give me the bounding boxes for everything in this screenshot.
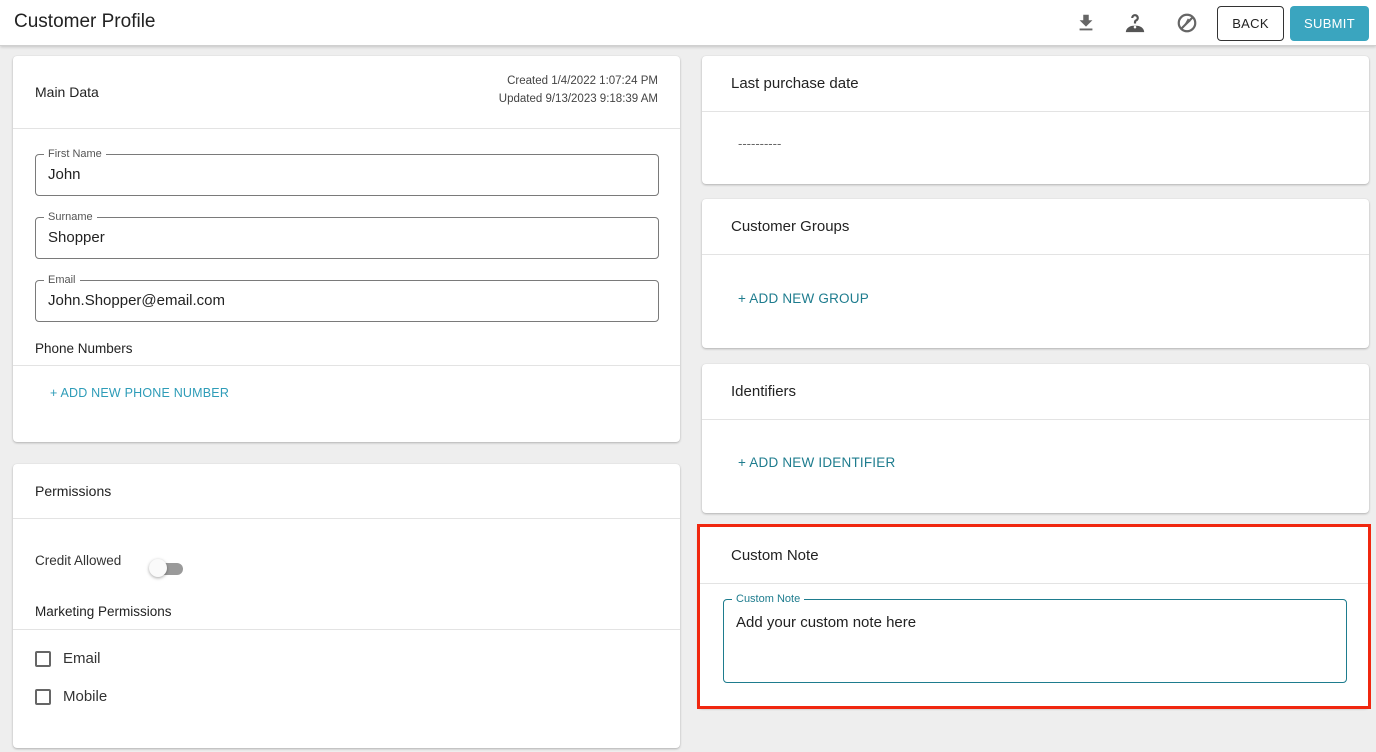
customer-groups-card: Customer Groups + ADD NEW GROUP: [702, 199, 1369, 348]
divider: [702, 419, 1369, 420]
custom-note-title: Custom Note: [731, 547, 819, 564]
main-data-title: Main Data: [35, 84, 99, 100]
mobile-checkbox-label: Mobile: [63, 688, 108, 705]
email-checkbox-label: Email: [63, 650, 101, 667]
customer-groups-title: Customer Groups: [731, 218, 850, 235]
marketing-permissions-title: Marketing Permissions: [35, 604, 172, 619]
updated-timestamp: Updated 9/13/2023 9:18:39 AM: [498, 93, 658, 105]
custom-note-field[interactable]: Custom Note Add your custom note here: [723, 592, 1347, 683]
back-button[interactable]: BACK: [1217, 6, 1284, 41]
add-new-group-button[interactable]: + ADD NEW GROUP: [738, 291, 869, 306]
divider: [702, 254, 1369, 255]
custom-note-card: Custom Note Custom Note Add your custom …: [698, 525, 1369, 708]
surname-input[interactable]: [48, 229, 648, 246]
divider: [13, 629, 680, 630]
toggle-thumb: [149, 559, 167, 577]
identifiers-title: Identifiers: [731, 383, 797, 400]
last-purchase-card: Last purchase date ----------: [702, 56, 1369, 184]
custom-note-label: Custom Note: [732, 592, 805, 606]
add-new-identifier-button[interactable]: + ADD NEW IDENTIFIER: [738, 455, 895, 470]
email-checkbox[interactable]: [35, 650, 51, 667]
first-name-input[interactable]: [48, 166, 648, 183]
page-title: Customer Profile: [14, 11, 156, 32]
add-phone-number-button[interactable]: + ADD NEW PHONE NUMBER: [50, 386, 229, 400]
last-purchase-value: ----------: [738, 136, 782, 151]
first-name-field[interactable]: First Name: [35, 147, 659, 196]
custom-note-textarea[interactable]: Add your custom note here: [736, 614, 1334, 674]
first-name-label: First Name: [44, 147, 106, 161]
divider: [13, 128, 680, 129]
permissions-title: Permissions: [35, 483, 112, 499]
permissions-card: Permissions Credit Allowed Marketing Per…: [13, 464, 680, 748]
user-help-icon[interactable]: [1123, 11, 1147, 35]
surname-label: Surname: [44, 210, 97, 224]
divider: [702, 111, 1369, 112]
credit-allowed-label: Credit Allowed: [35, 553, 122, 568]
mobile-checkbox[interactable]: [35, 688, 51, 705]
download-icon[interactable]: [1074, 11, 1098, 35]
submit-button[interactable]: SUBMIT: [1290, 6, 1369, 41]
phone-numbers-title: Phone Numbers: [35, 341, 133, 356]
divider: [13, 365, 680, 366]
identifiers-card: Identifiers + ADD NEW IDENTIFIER: [702, 364, 1369, 513]
credit-allowed-toggle[interactable]: [149, 559, 183, 577]
email-field[interactable]: Email: [35, 273, 659, 322]
no-food-icon[interactable]: [1175, 11, 1199, 35]
divider: [698, 583, 1369, 584]
surname-field[interactable]: Surname: [35, 210, 659, 259]
main-data-card: Main Data Created 1/4/2022 1:07:24 PM Up…: [13, 56, 680, 442]
email-permission-option[interactable]: Email: [35, 650, 101, 667]
email-label: Email: [44, 273, 80, 287]
email-input[interactable]: [48, 292, 648, 309]
mobile-permission-option[interactable]: Mobile: [35, 688, 107, 705]
created-timestamp: Created 1/4/2022 1:07:24 PM: [507, 75, 658, 87]
last-purchase-title: Last purchase date: [731, 75, 859, 92]
top-bar: Customer Profile BACK SUBMIT: [0, 0, 1376, 46]
divider: [13, 518, 680, 519]
